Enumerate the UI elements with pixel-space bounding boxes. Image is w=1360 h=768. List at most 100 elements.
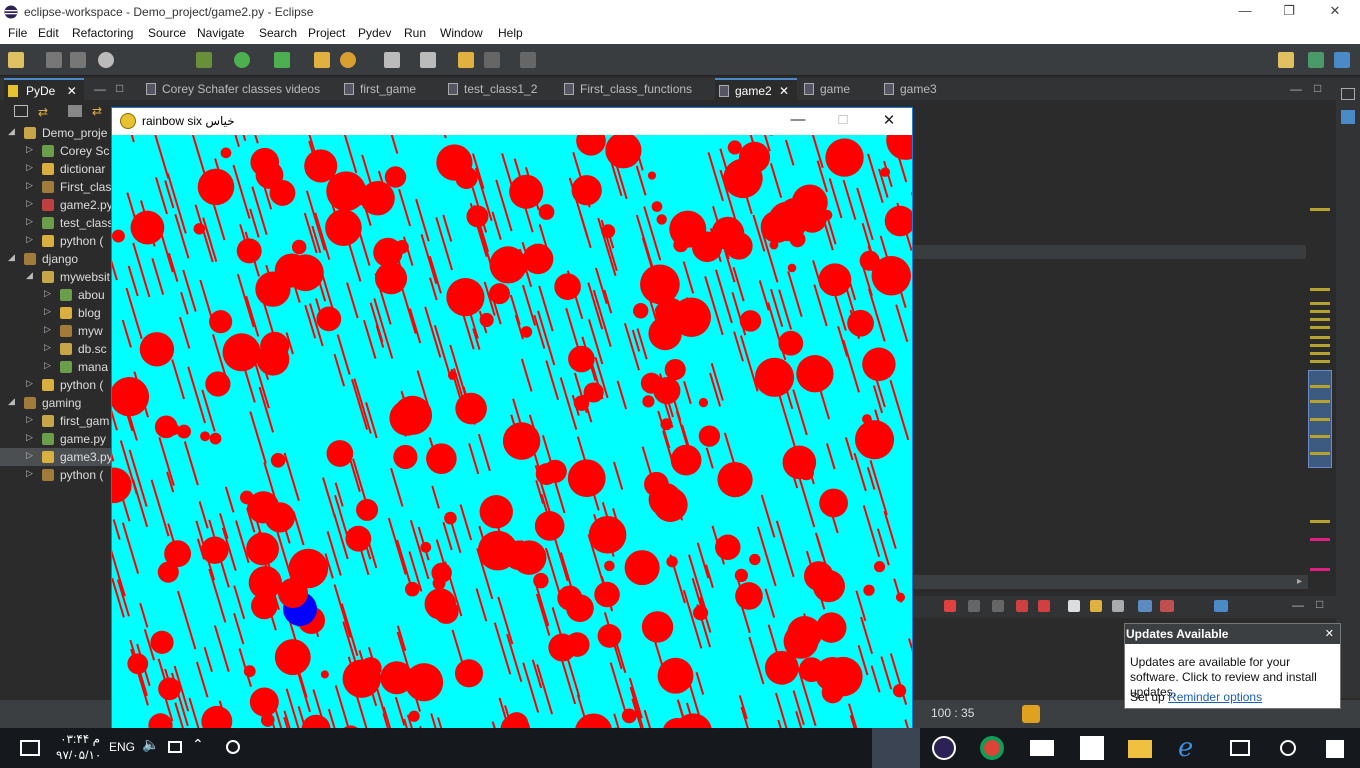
run-icon[interactable] xyxy=(234,52,250,68)
tab-corey-schafer[interactable]: Corey Schafer classes videos xyxy=(142,78,332,100)
reminder-options-link[interactable]: Reminder options xyxy=(1168,690,1262,704)
taskbar-clock[interactable]: ۰۳:۴۴ م ۹۷/۰۵/۱۰ xyxy=(56,731,101,763)
menu-window[interactable]: Window xyxy=(440,26,483,40)
code-editor[interactable] xyxy=(912,100,1310,575)
forward-arrow-icon[interactable] xyxy=(520,52,536,68)
save-icon[interactable] xyxy=(46,52,62,68)
file-explorer-icon[interactable] xyxy=(1128,740,1152,758)
annotation-icon[interactable] xyxy=(384,52,400,68)
maximize-view-icon[interactable]: □ xyxy=(116,81,123,95)
collapsed-arrow-icon[interactable]: ▷ xyxy=(26,216,33,227)
view-menu-icon[interactable]: ⇄ xyxy=(92,104,102,118)
collapsed-arrow-icon[interactable]: ▷ xyxy=(44,360,51,371)
tab-test-class[interactable]: test_class1_2 xyxy=(444,78,554,100)
overview-marker[interactable] xyxy=(1310,538,1330,541)
notifications-icon[interactable] xyxy=(20,740,40,756)
scroll-right-icon[interactable]: ▸ xyxy=(1297,576,1302,587)
collapsed-arrow-icon[interactable]: ▷ xyxy=(26,414,33,425)
new-icon[interactable] xyxy=(8,52,24,68)
collapsed-arrow-icon[interactable]: ▷ xyxy=(44,306,51,317)
filter-icon[interactable] xyxy=(68,105,82,117)
minimize-button[interactable]: — xyxy=(783,111,813,128)
pygame-title-bar[interactable]: rainbow six خیاس — □ ✕ xyxy=(112,108,912,135)
overview-marker[interactable] xyxy=(1310,288,1330,291)
overview-marker[interactable] xyxy=(1310,360,1330,363)
expanded-arrow-icon[interactable]: ◢ xyxy=(8,396,15,407)
tab-game[interactable]: game xyxy=(800,78,876,100)
python-app-icon[interactable] xyxy=(872,728,920,768)
collapsed-arrow-icon[interactable]: ▷ xyxy=(26,162,33,173)
horizontal-scrollbar[interactable]: ▸ xyxy=(912,575,1308,589)
menu-help[interactable]: Help xyxy=(498,26,523,40)
outline-icon[interactable] xyxy=(1341,110,1355,124)
overview-marker[interactable] xyxy=(1310,352,1330,355)
menu-file[interactable]: File xyxy=(8,26,27,40)
user-icon[interactable] xyxy=(98,52,114,68)
menu-edit[interactable]: Edit xyxy=(38,26,59,40)
pydev-perspective-icon[interactable] xyxy=(1334,52,1350,68)
people-icon[interactable] xyxy=(226,740,240,754)
overview-marker[interactable] xyxy=(1310,310,1330,313)
eclipse-app-icon[interactable] xyxy=(932,736,956,760)
last-edit-icon[interactable] xyxy=(458,52,474,68)
network-icon[interactable] xyxy=(168,741,182,753)
scroll-lock-icon[interactable] xyxy=(1090,600,1102,612)
menu-navigate[interactable]: Navigate xyxy=(197,26,244,40)
word-wrap-icon[interactable] xyxy=(1112,600,1124,612)
java-perspective-icon[interactable] xyxy=(1308,52,1324,68)
collapsed-arrow-icon[interactable]: ▷ xyxy=(44,288,51,299)
tab-first-game[interactable]: first_game xyxy=(340,78,440,100)
overview-marker[interactable] xyxy=(1310,208,1330,211)
close-button[interactable]: ✕ xyxy=(874,111,904,129)
terminate-icon[interactable] xyxy=(944,600,956,612)
minimize-view-icon[interactable]: — xyxy=(94,82,106,96)
language-indicator[interactable]: ENG xyxy=(109,740,135,754)
windows-start-icon[interactable] xyxy=(1326,740,1344,758)
collapsed-arrow-icon[interactable]: ▷ xyxy=(44,324,51,335)
pygame-window[interactable]: rainbow six خیاس — □ ✕ xyxy=(111,107,913,737)
collapsed-arrow-icon[interactable]: ▷ xyxy=(26,450,33,461)
collapse-all-icon[interactable] xyxy=(14,105,28,117)
tab-pydev-explorer[interactable]: PyDe ✕ xyxy=(4,78,84,100)
overview-marker[interactable] xyxy=(1310,568,1330,571)
new-console-icon[interactable] xyxy=(1214,600,1228,612)
menu-search[interactable]: Search xyxy=(259,26,297,40)
close-icon[interactable]: ✕ xyxy=(1325,627,1334,640)
open-perspective-icon[interactable] xyxy=(1278,52,1294,68)
chrome-icon[interactable] xyxy=(980,736,1004,760)
menu-run[interactable]: Run xyxy=(404,26,426,40)
console-action-icon[interactable] xyxy=(1016,600,1028,612)
minimize-editor-icon[interactable]: — xyxy=(1290,82,1302,96)
overview-marker[interactable] xyxy=(1310,435,1330,438)
close-icon[interactable]: ✕ xyxy=(779,84,789,98)
collapsed-arrow-icon[interactable]: ▷ xyxy=(26,144,33,155)
search-icon[interactable] xyxy=(1280,740,1296,756)
collapsed-arrow-icon[interactable]: ▷ xyxy=(26,198,33,209)
maximize-button[interactable]: ❐ xyxy=(1274,3,1304,19)
maximize-button[interactable]: □ xyxy=(828,111,858,128)
mail-icon[interactable] xyxy=(1030,740,1054,756)
maximize-console-icon[interactable]: □ xyxy=(1316,597,1323,611)
display-console-icon[interactable] xyxy=(1160,600,1174,612)
collapsed-arrow-icon[interactable]: ▷ xyxy=(26,234,33,245)
collapsed-arrow-icon[interactable]: ▷ xyxy=(44,342,51,353)
expanded-arrow-icon[interactable]: ◢ xyxy=(8,252,15,263)
console-view[interactable] xyxy=(912,618,1122,698)
back-arrow-icon[interactable] xyxy=(484,52,500,68)
minimize-button[interactable]: — xyxy=(1230,3,1260,18)
task-view-icon[interactable] xyxy=(1230,740,1250,756)
overview-marker[interactable] xyxy=(1310,302,1330,305)
expanded-arrow-icon[interactable]: ◢ xyxy=(8,126,15,137)
tab-first-class-functions[interactable]: First_class_functions xyxy=(560,78,710,100)
menu-refactoring[interactable]: Refactoring xyxy=(72,26,133,40)
expanded-arrow-icon[interactable]: ◢ xyxy=(26,270,33,281)
maximize-editor-icon[interactable]: □ xyxy=(1314,81,1321,95)
overview-marker[interactable] xyxy=(1310,400,1330,403)
pin-console-icon[interactable] xyxy=(1138,600,1152,612)
debug-icon[interactable] xyxy=(196,52,212,68)
overview-marker[interactable] xyxy=(1310,344,1330,347)
overview-marker[interactable] xyxy=(1310,318,1330,321)
sync-icon[interactable] xyxy=(1022,705,1040,723)
console-action2-icon[interactable] xyxy=(1038,600,1050,612)
restore-icon[interactable] xyxy=(1341,88,1355,100)
